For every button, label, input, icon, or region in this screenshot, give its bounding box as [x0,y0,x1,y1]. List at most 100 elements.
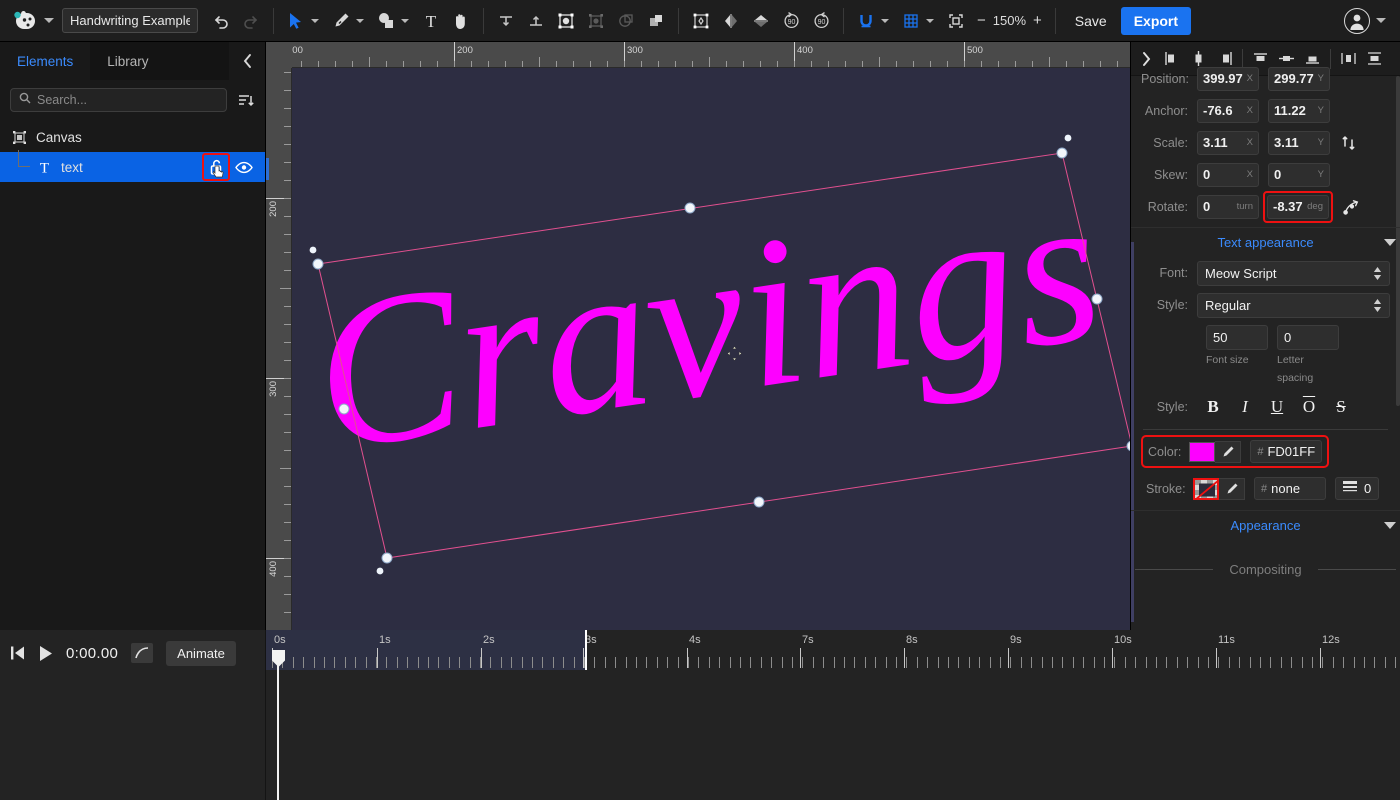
select-object-button[interactable] [551,6,581,36]
anchor-x-field[interactable]: -76.6 X [1197,98,1259,123]
select-tool[interactable] [281,6,311,36]
grid-chevron-down-icon[interactable] [926,18,934,23]
tree-row-text[interactable]: T text [0,150,265,182]
flip-vertical-button[interactable] [746,6,776,36]
account-chevron-down-icon[interactable] [1376,18,1386,23]
timeline-minor-tick [615,657,616,668]
anchor-y-field[interactable]: 11.22 Y [1268,98,1330,123]
canvas-surface[interactable]: Cravings [292,68,1130,630]
arrange-order-button[interactable] [641,6,671,36]
fit-to-screen-button[interactable] [941,6,971,36]
tree-row-actions [202,153,265,181]
rotate-turn-field[interactable]: 0 turn [1197,194,1259,219]
flip-horizontal-button[interactable] [716,6,746,36]
font-style-select[interactable]: Regular [1197,292,1390,318]
horizontal-ruler[interactable]: 100 200 300 400 500 [266,42,1130,68]
project-title-input[interactable] [62,8,198,33]
tree-row-canvas[interactable]: Canvas [0,122,265,152]
ruler-minor-tick [590,61,591,67]
group-objects-button[interactable] [581,6,611,36]
ruler-minor-tick [284,378,291,379]
ruler-minor-tick [624,61,625,67]
pen-tool[interactable] [326,6,356,36]
skip-to-start-button[interactable] [10,645,25,661]
align-left-button[interactable] [1160,46,1185,72]
text-appearance-section-header[interactable]: Text appearance [1131,227,1400,257]
snapping-chevron-down-icon[interactable] [881,18,889,23]
export-button[interactable]: Export [1120,6,1192,35]
transform-origin-button[interactable] [686,6,716,36]
expand-panel-button[interactable] [1133,42,1159,76]
zoom-in-button[interactable]: + [1033,12,1042,29]
timeline-ruler[interactable]: 0s 1s 2s 3s 4s 7s 8s 9s 10s 11s 12s [266,630,1400,670]
overline-button[interactable]: O [1293,394,1325,420]
tab-elements[interactable]: Elements [0,42,91,80]
scale-x-field[interactable]: 3.11 X [1197,130,1259,155]
stroke-swatch-none[interactable] [1193,477,1219,500]
sort-list-icon[interactable] [235,89,257,111]
timeline-minor-tick [501,657,502,668]
ruler-minor-tick [284,144,291,145]
appearance-section-header[interactable]: Appearance [1131,510,1400,540]
skew-y-field[interactable]: 0 Y [1268,162,1330,187]
letter-spacing-field[interactable]: 0 [1277,325,1339,350]
snapping-magnet-button[interactable] [851,6,881,36]
save-button[interactable]: Save [1063,8,1119,34]
skew-x-field[interactable]: 0 X [1197,162,1259,187]
rotate-right-90-button[interactable]: 90 [806,6,836,36]
animate-button[interactable]: Animate [166,640,236,666]
font-style-value: Regular [1205,297,1251,313]
play-button[interactable] [38,645,53,662]
underline-button[interactable]: U [1261,394,1293,420]
strikethrough-button[interactable]: S [1325,394,1357,420]
rotate-left-90-button[interactable]: 90 [776,6,806,36]
search-input[interactable] [37,93,218,107]
rotate-anchor-icon[interactable] [1339,199,1363,215]
hand-tool[interactable] [446,6,476,36]
ruler-minor-tick [726,61,727,67]
unlocked-padlock-icon[interactable] [202,153,230,181]
color-swatch[interactable] [1189,441,1216,462]
search-box[interactable] [10,88,227,112]
grid-button[interactable] [896,6,926,36]
font-size-field[interactable]: 50 [1206,325,1268,350]
position-y-field[interactable]: 299.77 Y [1268,66,1330,91]
mask-objects-button[interactable] [611,6,641,36]
collapse-panel-button[interactable] [229,42,265,80]
align-top-button[interactable] [491,6,521,36]
timeline-minor-tick [875,657,876,668]
stroke-hex-field[interactable]: # none [1254,477,1326,500]
bold-button[interactable]: B [1197,394,1229,420]
tab-library[interactable]: Library [90,42,165,80]
shape-tool-chevron-down-icon[interactable] [401,18,409,23]
link-scale-icon[interactable] [1336,135,1360,151]
color-hex-field[interactable]: # FD01FF [1250,440,1323,463]
search-icon [19,91,31,109]
redo-button[interactable] [236,6,266,36]
stroke-eyedropper-icon[interactable] [1219,477,1245,500]
undo-button[interactable] [206,6,236,36]
easing-curve-button[interactable] [131,643,154,663]
app-logo-menu[interactable] [0,10,62,32]
account-menu[interactable] [1344,7,1400,34]
distribute-v-button[interactable] [1362,46,1387,72]
text-tool[interactable]: T [416,6,446,36]
color-eyedropper-icon[interactable] [1215,440,1242,463]
align-bottom-button[interactable] [521,6,551,36]
font-select[interactable]: Meow Script [1197,260,1390,286]
pen-tool-chevron-down-icon[interactable] [356,18,364,23]
tree-row-label: Canvas [36,129,82,145]
vertical-ruler[interactable]: 200 300 400 [266,68,292,630]
rotate-degrees-field[interactable]: -8.37 deg [1267,194,1329,219]
distribute-h-button[interactable] [1336,46,1361,72]
select-tool-chevron-down-icon[interactable] [311,18,319,23]
zoom-out-button[interactable]: − [977,12,986,29]
stroke-width-field[interactable]: 0 [1335,477,1380,500]
timeline-minor-tick [917,657,918,668]
position-x-field[interactable]: 399.97 X [1197,66,1259,91]
scale-y-field[interactable]: 3.11 Y [1268,130,1330,155]
timeline-minor-tick [1052,657,1053,668]
shape-tool[interactable] [371,6,401,36]
eye-icon[interactable] [232,155,256,179]
italic-button[interactable]: I [1229,394,1261,420]
